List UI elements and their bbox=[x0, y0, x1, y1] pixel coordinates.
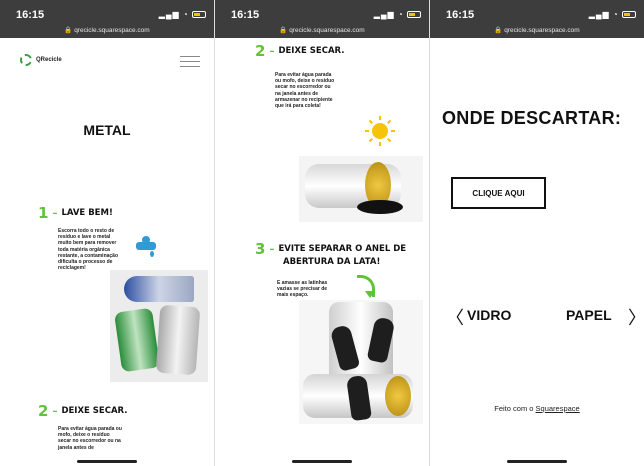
section-title: ONDE DESCARTAR: bbox=[442, 108, 622, 128]
arrow-tip-icon bbox=[365, 291, 375, 298]
url-text: qrecicle.squarespace.com bbox=[289, 27, 365, 34]
step-2-text: Para evitar água parada ou mofo, deixe o… bbox=[58, 426, 122, 451]
phone-screen-1: 16:15 ▂▄▆ ◔ 🔒 qrecicle.squarespace.com Q… bbox=[0, 0, 214, 466]
step-number: 2 bbox=[255, 42, 266, 60]
step-title: EVITE SEPARAR O ANEL DE bbox=[278, 244, 407, 254]
wifi-icon: ◔ bbox=[182, 10, 189, 19]
wifi-icon: ◔ bbox=[397, 10, 404, 19]
status-bar: 16:15 ▂▄▆ ◔ 🔒 qrecicle.squarespace.com bbox=[430, 0, 644, 38]
battery-icon bbox=[192, 11, 206, 19]
phone-screen-2: 16:15 ▂▄▆ ◔ 🔒 qrecicle.squarespace.com 2… bbox=[215, 0, 429, 466]
step-number: 2 bbox=[38, 402, 49, 420]
step-1-text: Escorra todo o resto de resíduo e lave o… bbox=[58, 228, 119, 272]
step-2-text: Para evitar água parada ou mofo, deixe o… bbox=[275, 72, 335, 110]
step-title: DEIXE SECAR. bbox=[278, 46, 345, 56]
step-number: 1 bbox=[38, 204, 49, 222]
sun-icon bbox=[365, 116, 395, 146]
battery-icon bbox=[622, 11, 636, 19]
status-bar: 16:15 ▂▄▆ ◔ 🔒 qrecicle.squarespace.com bbox=[215, 0, 429, 38]
status-time: 16:15 bbox=[446, 9, 475, 21]
logo-text: QRecicle bbox=[36, 57, 62, 63]
step-3-heading: 3 – EVITE SEPARAR O ANEL DE bbox=[255, 240, 407, 258]
crushed-can-footprint-photo bbox=[299, 300, 423, 424]
status-time: 16:15 bbox=[16, 9, 45, 21]
step-title: DEIXE SECAR. bbox=[61, 406, 128, 416]
site-logo[interactable]: QRecicle bbox=[20, 54, 62, 66]
step-2-heading: 2 – DEIXE SECAR. bbox=[255, 42, 345, 60]
chevron-right-icon[interactable]: 〉 bbox=[628, 304, 644, 330]
squarespace-link[interactable]: Squarespace bbox=[536, 404, 580, 413]
crushed-cans-photo bbox=[110, 270, 208, 382]
carousel-item-papel[interactable]: PAPEL bbox=[566, 307, 612, 323]
phone-screen-3: 16:15 ▂▄▆ ◔ 🔒 qrecicle.squarespace.com O… bbox=[430, 0, 644, 466]
wifi-icon: ◔ bbox=[612, 10, 619, 19]
status-icons: ▂▄▆ ◔ bbox=[374, 10, 421, 19]
address-bar[interactable]: 🔒 qrecicle.squarespace.com bbox=[215, 26, 429, 34]
footer: Feito com o Squarespace bbox=[430, 404, 644, 413]
drying-can-photo bbox=[299, 156, 423, 222]
signal-icon: ▂▄▆ bbox=[158, 10, 180, 19]
signal-icon: ▂▄▆ bbox=[373, 10, 395, 19]
footer-text: Feito com o bbox=[494, 404, 536, 413]
step-1-heading: 1 – LAVE BEM! bbox=[38, 204, 113, 222]
step-3-heading-line2: ABERTURA DA LATA! bbox=[283, 257, 380, 267]
status-time: 16:15 bbox=[231, 9, 260, 21]
url-text: qrecicle.squarespace.com bbox=[74, 27, 150, 34]
click-here-button[interactable]: CLIQUE AQUI bbox=[451, 177, 546, 209]
hamburger-menu-icon[interactable] bbox=[180, 56, 200, 71]
signal-icon: ▂▄▆ bbox=[588, 10, 610, 19]
url-text: qrecicle.squarespace.com bbox=[504, 27, 580, 34]
status-icons: ▂▄▆ ◔ bbox=[159, 10, 206, 19]
status-bar: 16:15 ▂▄▆ ◔ 🔒 qrecicle.squarespace.com bbox=[0, 0, 214, 38]
battery-icon bbox=[407, 11, 421, 19]
status-icons: ▂▄▆ ◔ bbox=[589, 10, 636, 19]
carousel-item-vidro[interactable]: VIDRO bbox=[467, 307, 511, 323]
home-indicator[interactable] bbox=[77, 460, 137, 463]
faucet-icon bbox=[136, 236, 158, 258]
step-3-text: E amasse as latinhas vazias se precisar … bbox=[277, 280, 328, 299]
step-title: LAVE BEM! bbox=[61, 208, 113, 218]
address-bar[interactable]: 🔒 qrecicle.squarespace.com bbox=[430, 26, 644, 34]
address-bar[interactable]: 🔒 qrecicle.squarespace.com bbox=[0, 26, 214, 34]
chevron-left-icon[interactable]: 〈 bbox=[446, 304, 464, 330]
page-title: METAL bbox=[83, 122, 131, 138]
home-indicator[interactable] bbox=[292, 460, 352, 463]
step-number: 3 bbox=[255, 240, 266, 258]
recycle-icon bbox=[20, 54, 32, 66]
step-title: ABERTURA DA LATA! bbox=[283, 257, 381, 267]
step-2-heading: 2 – DEIXE SECAR. bbox=[38, 402, 128, 420]
home-indicator[interactable] bbox=[507, 460, 567, 463]
